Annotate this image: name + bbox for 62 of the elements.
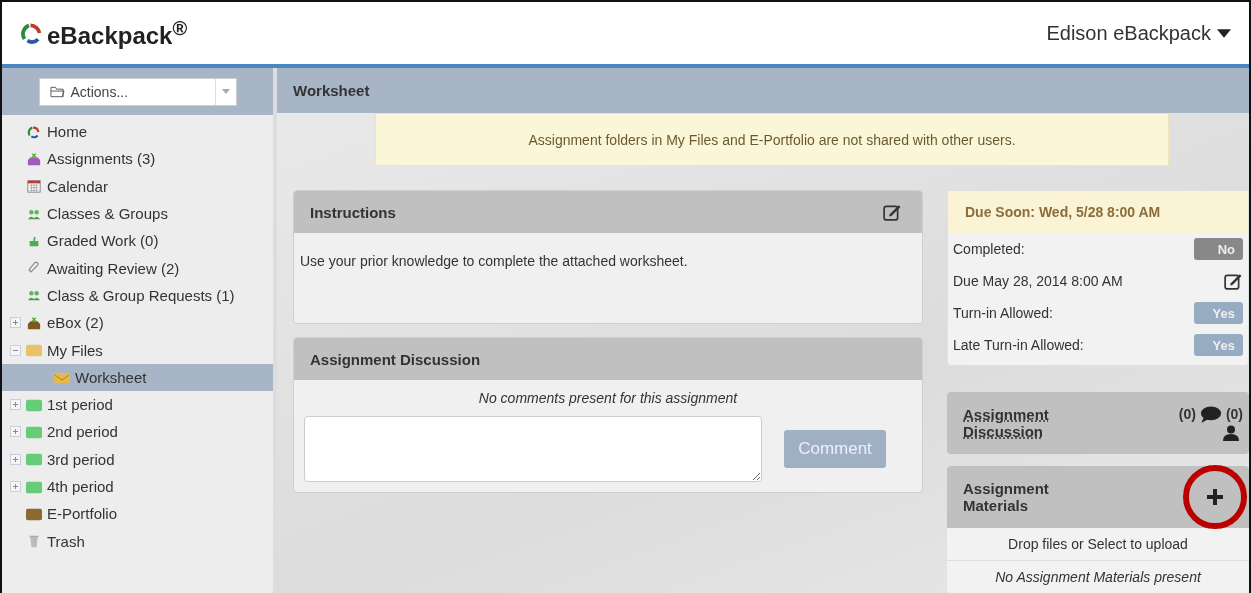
instructions-text: Use your prior knowledge to complete the attached worksheet. [300, 253, 688, 269]
materials-title: Assignment Materials [963, 480, 1050, 514]
notice-banner: Assignment folders in My Files and E-Portfolio are not shared with other users. [375, 113, 1169, 166]
expand-toggle[interactable] [10, 426, 21, 438]
comment-count: (0) [1178, 406, 1196, 422]
expand-toggle[interactable] [10, 344, 21, 356]
expand-toggle[interactable] [10, 481, 21, 492]
envelope-folder-icon [54, 370, 70, 385]
caret-icon [221, 89, 230, 94]
actions-dropdown[interactable]: Actions... [38, 77, 237, 106]
property-label: Completed: [953, 241, 1025, 257]
folder-outline-icon [49, 85, 65, 98]
calendar-icon [26, 179, 42, 194]
person-icon [1223, 424, 1239, 441]
empty-comments-text: No comments present for this assignment [477, 390, 739, 406]
expand-toggle[interactable] [10, 453, 21, 465]
logo-text: eBackpack$^{®}$ [47, 16, 188, 50]
property-label: Due May 28, 2014 8:00 AM [953, 273, 1123, 289]
status-badge: Yes [1194, 302, 1243, 324]
expand-toggle[interactable] [10, 399, 21, 411]
tree-item[interactable]: My Files [2, 336, 273, 364]
property-label: Late Turn-in Allowed: [953, 337, 1084, 353]
panel-title: Assignment Discussion [310, 350, 481, 368]
tree-item[interactable]: eBox (2) [2, 309, 273, 337]
comment-field[interactable] [304, 416, 762, 482]
tree-item[interactable]: Home [2, 118, 273, 146]
tree-item[interactable]: Classes & Groups [2, 199, 273, 228]
status-badge: Yes [1194, 334, 1243, 356]
page-title-bar: Worksheet [277, 68, 1249, 113]
edit-icon[interactable] [1223, 272, 1243, 290]
user-menu[interactable]: Edison eBackpack [1046, 21, 1231, 45]
tree-item[interactable]: Assignments (3) [2, 145, 273, 173]
tree-item[interactable]: Worksheet [2, 363, 273, 391]
expand-toggle[interactable] [10, 317, 21, 329]
status-badge: No [1194, 238, 1243, 260]
participant-count: (0) [1225, 406, 1243, 422]
tree-item[interactable]: Class & Group Requests (1) [2, 281, 273, 310]
panel-title: Instructions [310, 203, 396, 221]
upload-drop-zone[interactable]: Drop files or Select to upload [947, 528, 1249, 561]
tree-item[interactable]: Graded Work (0) [2, 227, 273, 255]
highlight-circle [1182, 464, 1248, 530]
tree-item[interactable]: 3rd period [2, 445, 273, 473]
logo-icon [26, 124, 42, 139]
tree-item[interactable]: Calendar [2, 172, 273, 200]
tree-item[interactable]: 2nd period [2, 418, 273, 446]
tree-item[interactable]: Awaiting Review (2) [2, 254, 273, 282]
tree-item[interactable]: Trash [2, 527, 273, 555]
logo-icon [20, 21, 44, 45]
discussion-link[interactable]: Assignment Discussion [963, 406, 1073, 440]
empty-materials-text: No Assignment Materials present [994, 568, 1203, 587]
tree-item[interactable]: 4th period [2, 472, 273, 501]
due-date-header: Due Soon: Wed, 5/28 8:00 AM [948, 191, 1248, 233]
speech-bubble-icon [1199, 405, 1222, 423]
tree-item[interactable]: 1st period [2, 390, 273, 419]
box-icon [26, 315, 42, 330]
edit-icon[interactable] [882, 203, 902, 221]
caret-icon [1217, 28, 1231, 38]
inbox-tray-icon [26, 151, 42, 166]
property-label: Turn-in Allowed: [953, 305, 1053, 321]
plus-icon[interactable] [1207, 489, 1223, 505]
people-icon [26, 288, 42, 303]
tree-item[interactable]: E-Portfolio [2, 500, 273, 528]
